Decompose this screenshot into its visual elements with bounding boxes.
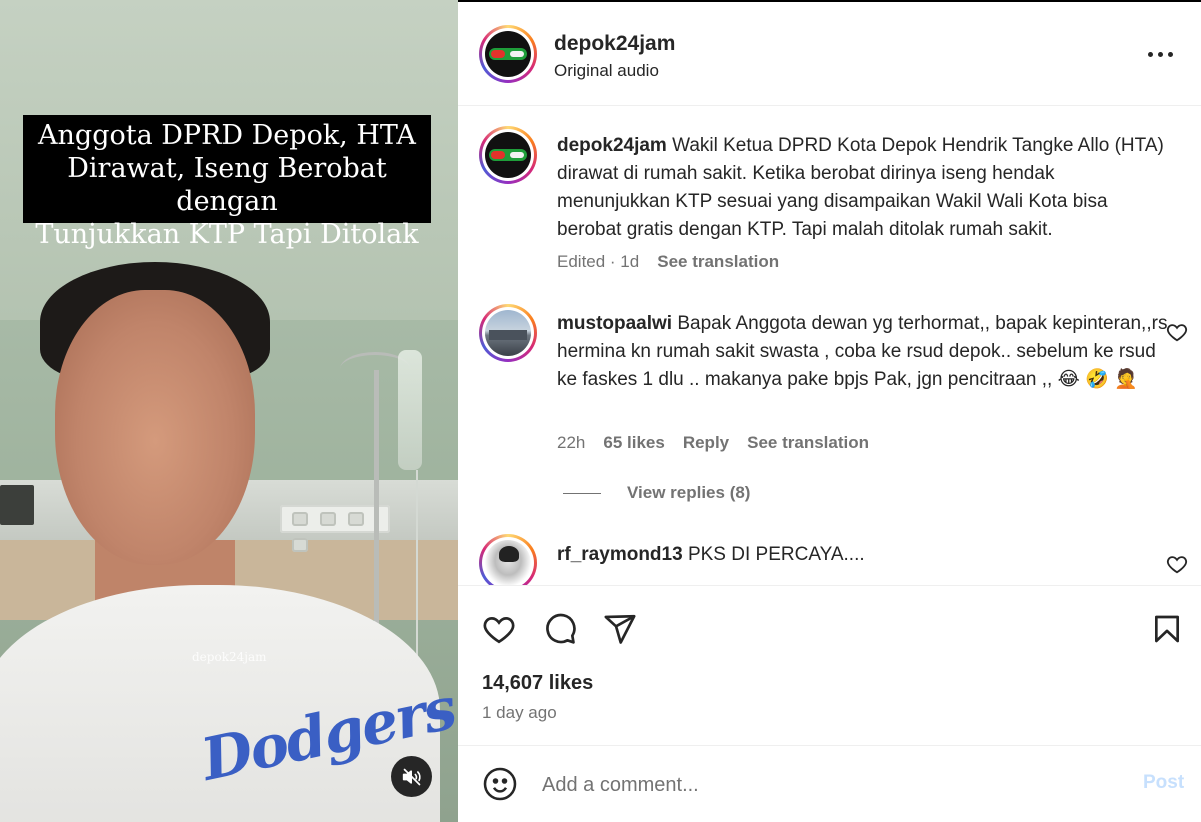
like-button[interactable]: [480, 610, 518, 648]
speaker-muted-icon: [402, 768, 421, 785]
post-media[interactable]: Dodgers Anggota DPRD Depok, HTA Dirawat,…: [0, 0, 458, 822]
headline-line-3: Tunjukkan KTP Tapi Ditolak: [35, 219, 419, 250]
comment-button[interactable]: [541, 610, 579, 648]
caption-edited: Edited · 1d: [557, 252, 640, 271]
caption-avatar[interactable]: [479, 126, 537, 184]
likes-count[interactable]: 14,607 likes: [482, 672, 593, 695]
comments-scroll-area[interactable]: depok24jam Wakil Ketua DPRD Kota Depok H…: [458, 107, 1201, 585]
comment-like-icon[interactable]: [1166, 321, 1188, 343]
post-date[interactable]: 1 day ago: [482, 703, 557, 723]
view-replies-label: View replies (8): [627, 483, 751, 502]
comment-avatar-rf_raymond13[interactable]: [479, 534, 537, 585]
comment-meta: 22h 65 likes Reply See translation: [557, 433, 869, 453]
caption-text-block: depok24jam Wakil Ketua DPRD Kota Depok H…: [557, 132, 1172, 244]
comment-like-icon[interactable]: [1166, 553, 1188, 575]
more-horizontal-icon: [1148, 51, 1153, 57]
save-button[interactable]: [1148, 610, 1186, 648]
post-button[interactable]: Post: [1143, 772, 1184, 794]
comment-username[interactable]: rf_raymond13: [557, 544, 683, 565]
more-options-button[interactable]: [1148, 42, 1178, 66]
send-icon: [604, 614, 636, 644]
view-replies-button[interactable]: View replies (8): [563, 483, 750, 503]
comment-text-block: rf_raymond13 PKS DI PERCAYA....: [557, 541, 1172, 569]
replies-divider: [563, 492, 601, 494]
comment-text: PKS DI PERCAYA....: [687, 544, 865, 565]
comment-username[interactable]: mustopaalwi: [557, 313, 672, 334]
author-avatar[interactable]: [479, 25, 537, 83]
comment-see-translation[interactable]: See translation: [747, 433, 869, 453]
post-actions: [458, 586, 1201, 666]
wall-device: [0, 485, 34, 525]
comment-avatar-mustopaalwi[interactable]: [479, 304, 537, 362]
post-header: depok24jam Original audio: [458, 2, 1201, 106]
video-watermark: depok24jam: [192, 650, 267, 664]
post-side-panel: depok24jam Original audio depok24jam Wak…: [458, 0, 1201, 822]
person-face: [55, 290, 255, 565]
comment-text-block: mustopaalwi Bapak Anggota dewan yg terho…: [557, 310, 1172, 394]
caption-see-translation[interactable]: See translation: [657, 252, 779, 272]
share-button[interactable]: [601, 610, 639, 648]
caption-meta: Edited · 1d See translation: [557, 252, 779, 272]
comment-input[interactable]: [542, 770, 1102, 800]
depok24jam-logo: [489, 149, 527, 161]
video-headline: Anggota DPRD Depok, HTA Dirawat, Iseng B…: [23, 115, 431, 250]
comment-icon: [546, 613, 576, 644]
comment-reply-button[interactable]: Reply: [683, 433, 729, 453]
heart-icon: [483, 617, 515, 644]
emoji-icon[interactable]: [482, 766, 518, 802]
audio-link[interactable]: Original audio: [554, 61, 659, 81]
comment-time: 22h: [557, 433, 586, 452]
iv-bag: [398, 350, 422, 470]
comment-likes[interactable]: 65 likes: [603, 433, 664, 453]
depok24jam-logo: [489, 48, 527, 60]
caption-username[interactable]: depok24jam: [557, 135, 667, 156]
mute-button[interactable]: [391, 756, 432, 797]
headline-line-1: Anggota DPRD Depok, HTA: [38, 120, 416, 151]
author-username[interactable]: depok24jam: [554, 32, 675, 56]
headline-line-2: Dirawat, Iseng Berobat dengan: [67, 153, 387, 217]
bookmark-icon: [1155, 615, 1179, 643]
add-comment-bar: Post: [458, 745, 1201, 822]
